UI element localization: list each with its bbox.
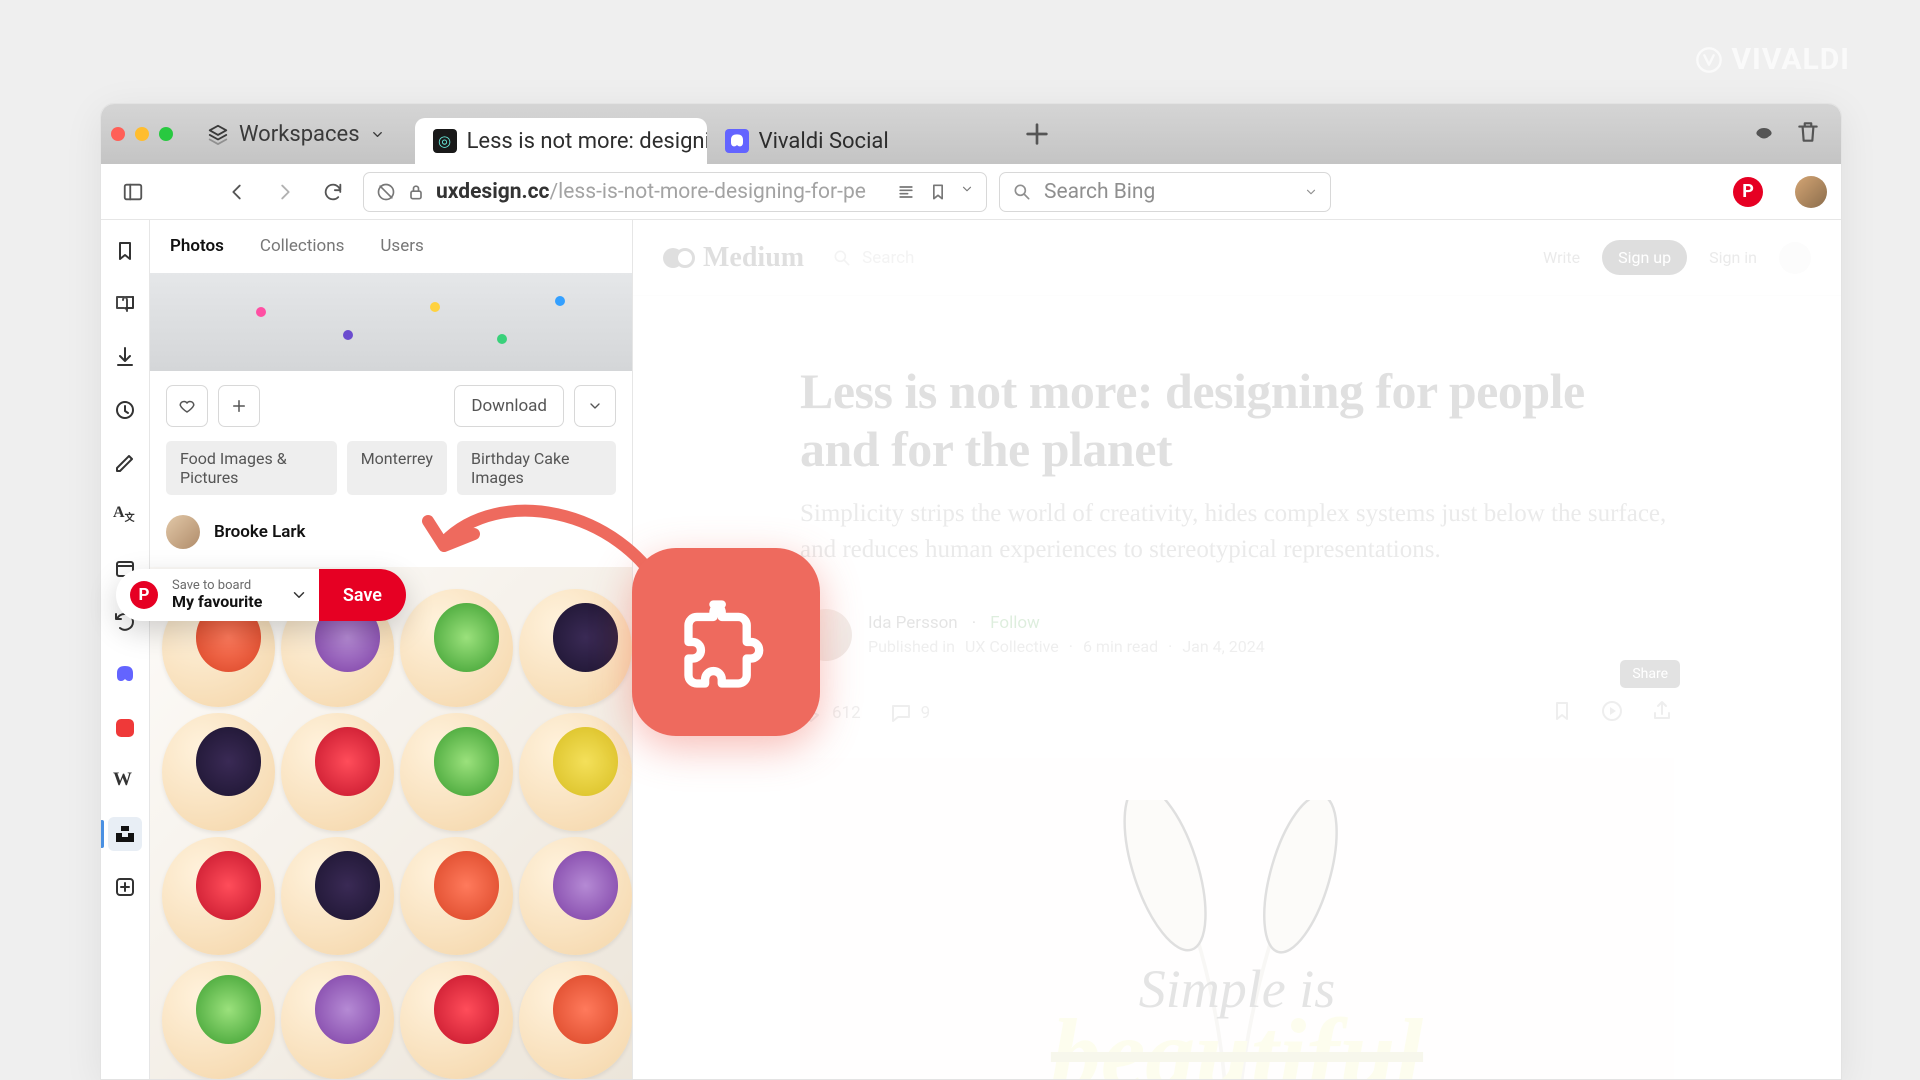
minimize-window-icon[interactable] xyxy=(135,127,149,141)
workspaces-button[interactable]: Workspaces xyxy=(193,116,399,153)
read-time: 6 min read xyxy=(1083,637,1158,656)
medium-logo[interactable]: Medium xyxy=(663,242,804,274)
sync-icon[interactable] xyxy=(1751,119,1777,149)
publication-link[interactable]: UX Collective xyxy=(965,637,1059,656)
search-icon xyxy=(1012,182,1032,202)
extensions-promo-icon xyxy=(632,548,820,736)
author-avatar xyxy=(166,515,200,549)
mastodon-favicon-icon xyxy=(725,129,749,153)
url-path: /less-is-not-more-designing-for-pe xyxy=(550,180,866,204)
tab-active[interactable]: ◎ Less is not more: designing xyxy=(415,118,707,164)
article-author[interactable]: Ida Persson xyxy=(868,613,958,633)
side-rail: A文 W xyxy=(101,220,150,1079)
bookmark-icon[interactable] xyxy=(928,182,948,202)
reload-button[interactable] xyxy=(315,174,351,210)
panel-tab-users[interactable]: Users xyxy=(380,236,423,256)
follow-link[interactable]: Follow xyxy=(990,613,1040,633)
article-title: Less is not more: designing for people a… xyxy=(800,362,1674,478)
traffic-lights[interactable] xyxy=(111,127,173,141)
save-article-icon[interactable] xyxy=(1550,699,1574,728)
panel-tabs: Photos Collections Users xyxy=(150,220,632,273)
translate-panel-icon[interactable]: A文 xyxy=(108,499,142,533)
pinterest-save-popup: P Save to board My favourite Save xyxy=(116,569,406,621)
search-placeholder: Search Bing xyxy=(1044,180,1155,204)
article: Less is not more: designing for people a… xyxy=(782,362,1692,1079)
author-name: Brooke Lark xyxy=(214,522,306,542)
address-bar: uxdesign.cc/less-is-not-more-designing-f… xyxy=(101,164,1841,220)
history-panel-icon[interactable] xyxy=(108,393,142,427)
wikipedia-panel-icon[interactable]: W xyxy=(108,764,142,798)
forward-button[interactable] xyxy=(267,174,303,210)
web-panel: Photos Collections Users Download Food I… xyxy=(150,220,633,1079)
article-hero-image: Simple is beautiful xyxy=(800,758,1674,1080)
medium-search[interactable]: Search xyxy=(832,248,914,268)
chevron-down-icon[interactable] xyxy=(960,182,974,196)
vivaldi-panel-icon[interactable] xyxy=(108,711,142,745)
panel-tab-collections[interactable]: Collections xyxy=(260,236,345,256)
profile-avatar[interactable] xyxy=(1795,176,1827,208)
tag-chip[interactable]: Food Images & Pictures xyxy=(166,441,337,495)
close-window-icon[interactable] xyxy=(111,127,125,141)
bookmarks-panel-icon[interactable] xyxy=(108,234,142,268)
download-chevron-button[interactable] xyxy=(574,385,616,427)
chevron-down-icon xyxy=(370,127,385,142)
mastodon-panel-icon[interactable] xyxy=(108,658,142,692)
reading-list-panel-icon[interactable] xyxy=(108,287,142,321)
reader-mode-icon[interactable] xyxy=(896,182,916,202)
board-chevron-icon[interactable] xyxy=(279,586,319,604)
vivaldi-watermark: VIVALDI xyxy=(1695,42,1850,77)
write-button[interactable]: Write xyxy=(1535,248,1580,267)
new-tab-button[interactable] xyxy=(1021,118,1053,150)
article-subtitle: Simplicity strips the world of creativit… xyxy=(800,496,1674,569)
add-to-collection-button[interactable] xyxy=(218,385,260,427)
share-tooltip: Share xyxy=(1620,660,1680,688)
tab-title: Vivaldi Social xyxy=(759,129,889,154)
download-button[interactable]: Download xyxy=(454,385,564,427)
play-article-icon[interactable] xyxy=(1600,699,1624,728)
layers-icon xyxy=(207,123,229,145)
tag-chip[interactable]: Birthday Cake Images xyxy=(457,441,616,495)
pinterest-extension-icon[interactable]: P xyxy=(1733,177,1763,207)
back-button[interactable] xyxy=(219,174,255,210)
medium-header: Medium Search Write Sign up Sign in xyxy=(633,220,1841,296)
panel-toggle-button[interactable] xyxy=(115,174,151,210)
pin-save-button[interactable]: Save xyxy=(319,569,406,621)
tag-chip[interactable]: Monterrey xyxy=(347,441,447,495)
signin-link[interactable]: Sign in xyxy=(1709,248,1757,267)
trash-icon[interactable] xyxy=(1795,119,1821,149)
medium-avatar[interactable] xyxy=(1779,242,1811,274)
responses-button[interactable]: 9 xyxy=(889,701,931,725)
url-host: uxdesign.cc xyxy=(436,180,550,204)
lock-icon xyxy=(406,182,426,202)
signup-button[interactable]: Sign up xyxy=(1602,240,1687,275)
hero-text-2: beautiful xyxy=(1051,996,1423,1080)
featured-image[interactable] xyxy=(150,567,632,1079)
maximize-window-icon[interactable] xyxy=(159,127,173,141)
share-article-icon[interactable] xyxy=(1650,699,1674,728)
shield-icon xyxy=(376,182,396,202)
workspaces-label: Workspaces xyxy=(239,122,360,147)
unsplash-panel-icon[interactable] xyxy=(108,817,142,851)
tab[interactable]: Vivaldi Social xyxy=(707,118,1003,164)
pin-board-name: My favourite xyxy=(172,593,279,612)
chevron-down-icon[interactable] xyxy=(1304,185,1318,199)
tab-title: Less is not more: designing xyxy=(467,129,707,154)
like-button[interactable] xyxy=(166,385,208,427)
image-thumbnail[interactable] xyxy=(150,273,632,371)
notes-panel-icon[interactable] xyxy=(108,446,142,480)
pinterest-icon: P xyxy=(116,581,172,609)
search-icon xyxy=(832,248,852,268)
author-row[interactable]: Brooke Lark xyxy=(150,515,632,567)
search-field[interactable]: Search Bing xyxy=(999,172,1331,212)
medium-favicon-icon: ◎ xyxy=(433,129,457,153)
add-panel-icon[interactable] xyxy=(108,870,142,904)
article-date: Jan 4, 2024 xyxy=(1182,637,1264,656)
tabstrip: Workspaces ◎ Less is not more: designing… xyxy=(101,104,1841,164)
pin-label: Save to board xyxy=(172,578,279,593)
downloads-panel-icon[interactable] xyxy=(108,340,142,374)
url-field[interactable]: uxdesign.cc/less-is-not-more-designing-f… xyxy=(363,172,987,212)
panel-tab-photos[interactable]: Photos xyxy=(170,236,224,256)
